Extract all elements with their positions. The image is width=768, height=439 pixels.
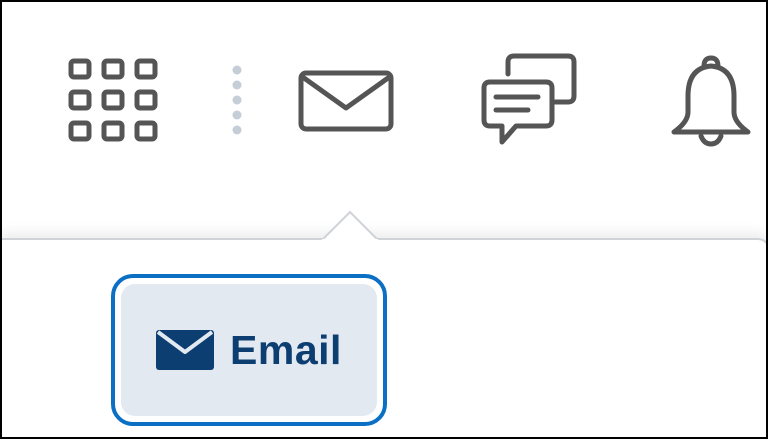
dropdown-caret — [322, 210, 378, 242]
chat-bubbles-icon[interactable] — [480, 52, 578, 148]
bell-icon[interactable] — [668, 52, 754, 148]
vertical-dots-divider — [230, 64, 244, 136]
waffle-icon[interactable] — [68, 58, 158, 142]
email-button-body: Email — [121, 284, 377, 416]
email-button-label: Email — [230, 326, 342, 373]
navigation-bar — [2, 2, 766, 212]
app-frame: Email — [0, 0, 768, 439]
email-button[interactable]: Email — [111, 274, 387, 426]
envelope-icon — [156, 330, 215, 370]
envelope-icon[interactable] — [298, 70, 394, 132]
